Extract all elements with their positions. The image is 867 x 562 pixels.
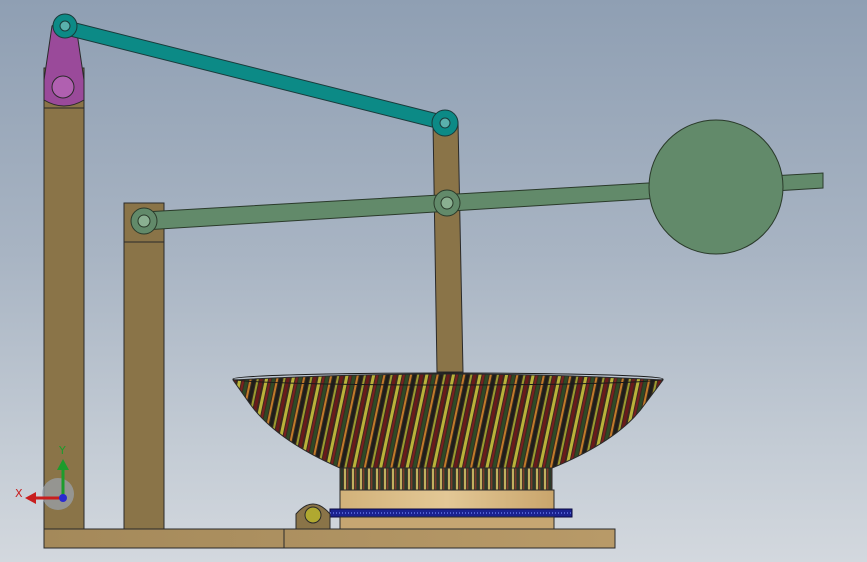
bowl-neck <box>339 467 553 491</box>
top-link <box>61 19 447 131</box>
mechanism-assembly <box>25 13 824 549</box>
bowl-base <box>339 489 555 511</box>
vertical-rod <box>432 121 464 373</box>
middle-post <box>123 202 165 530</box>
top-link-pin-left-hole <box>59 20 71 32</box>
triad-origin-shadow <box>42 478 74 510</box>
y-axis-label: Y <box>59 444 66 457</box>
pivot-block-hole <box>51 75 75 99</box>
patterned-bowl <box>232 373 664 469</box>
x-axis-arrow <box>25 492 36 504</box>
x-axis-label: X <box>15 487 23 500</box>
top-link-pin-right-hole <box>439 117 451 129</box>
bowl-foot <box>339 516 555 530</box>
base-plate <box>43 528 616 549</box>
counterweight-ball <box>648 119 784 255</box>
small-pinion <box>304 506 322 524</box>
z-axis-dot <box>59 494 67 502</box>
cad-viewport[interactable]: Y X <box>0 0 867 562</box>
left-post <box>43 67 85 530</box>
lever-pin-left-hole <box>137 214 151 228</box>
lever-pin-center-hole <box>440 196 454 210</box>
